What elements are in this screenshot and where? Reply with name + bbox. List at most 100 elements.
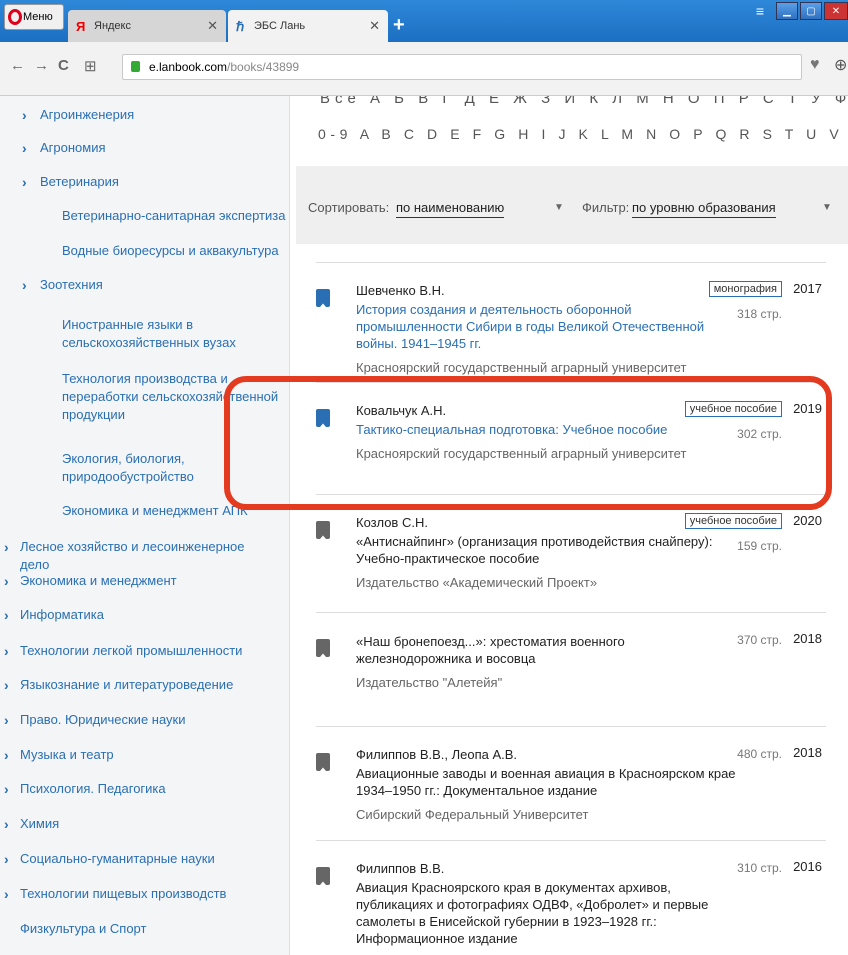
filter-select[interactable]: по уровню образования (632, 200, 776, 218)
menu-label: Меню (23, 11, 53, 23)
book-entry: Шевченко В.Н. История создания и деятельн… (316, 262, 826, 380)
bookmark-heart-icon[interactable]: ♥ (810, 56, 820, 74)
book-type-badge: монография (708, 281, 782, 297)
lock-icon (131, 61, 140, 72)
book-pages: 370 стр. (737, 633, 782, 647)
book-title[interactable]: Авиационные заводы и военная авиация в К… (356, 765, 736, 799)
chevron-right-icon: › (4, 539, 9, 555)
book-icon (316, 521, 330, 539)
book-title[interactable]: История создания и деятельность оборонно… (356, 301, 736, 352)
sidebar-item-label: Иностранные языки в сельскохозяйственных… (62, 317, 236, 350)
book-type-badge: учебное пособие (684, 401, 782, 417)
tab-stack-icon[interactable]: ≡ (756, 3, 764, 19)
address-field[interactable]: e.lanbook.com/books/43899 (122, 54, 802, 80)
sort-label: Сортировать: (308, 200, 390, 215)
sidebar-item-label: Зоотехния (40, 277, 103, 292)
book-title[interactable]: «Наш бронепоезд...»: хрестоматия военног… (356, 633, 736, 667)
chevron-right-icon: › (4, 816, 9, 832)
sidebar-item-label: Агрономия (40, 140, 106, 155)
yandex-favicon-icon: Я (76, 19, 86, 34)
book-publisher[interactable]: Сибирский Федеральный Университет (356, 807, 588, 822)
book-author[interactable]: Ковальчук А.Н. (356, 403, 446, 418)
sidebar-item-label: Агроинженерия (40, 107, 135, 122)
chevron-right-icon: › (22, 140, 27, 156)
back-icon[interactable]: ← (10, 57, 25, 74)
book-author[interactable]: Филиппов В.В., Леопа А.В. (356, 747, 517, 762)
sidebar-item-label: Водные биоресурсы и аквакультура (62, 243, 279, 258)
sidebar-item-label: Ветеринария (40, 174, 119, 189)
book-publisher[interactable]: Издательство «Академический Проект» (356, 575, 597, 590)
reload-icon[interactable]: C (58, 57, 69, 74)
book-pages: 302 стр. (737, 427, 782, 441)
book-year: 2018 (793, 745, 822, 760)
filter-caret-icon[interactable]: ▼ (822, 202, 832, 213)
book-entry: Филиппов В.В. Авиация Красноярского края … (316, 840, 826, 955)
cyrillic-alphabet-filter[interactable]: Все А Б В Г Д Е Ж З И К Л М Н О П Р С Т … (320, 96, 848, 107)
sidebar-item-label: Информатика (20, 607, 104, 622)
book-entry: «Наш бронепоезд...»: хрестоматия военног… (316, 612, 826, 730)
book-author[interactable]: Шевченко В.Н. (356, 283, 445, 298)
book-publisher[interactable]: Красноярский государственный аграрный ун… (356, 446, 686, 461)
speed-dial-icon[interactable]: ⊞ (84, 57, 97, 75)
new-tab-button[interactable]: + (393, 14, 405, 37)
book-year: 2018 (793, 631, 822, 646)
main-content: Все А Б В Г Д Е Ж З И К Л М Н О П Р С Т … (290, 96, 848, 955)
address-toolbar: ← → C ⊞ e.lanbook.com/books/43899 ♥ ⊕ (0, 42, 848, 96)
latin-alphabet-filter[interactable]: 0-9 A B C D E F G H I J K L M N O P Q R … (318, 126, 848, 142)
tab-label: Яндекс (94, 20, 131, 32)
sidebar-item-label: Социально-гуманитарные науки (20, 851, 215, 866)
book-entry: Филиппов В.В., Леопа А.В. Авиационные зав… (316, 726, 826, 844)
sort-select[interactable]: по наименованию (396, 200, 505, 218)
sidebar-item-label: Химия (20, 816, 60, 831)
book-entry: Ковальчук А.Н. Тактико-специальная подгот… (316, 382, 826, 500)
sidebar-item-label: Психология. Педагогика (20, 781, 166, 796)
tab-yandex[interactable]: Я Яндекс ✕ (68, 10, 226, 42)
book-title[interactable]: «Антиснайпинг» (организация противодейст… (356, 533, 736, 567)
address-path: /books/43899 (227, 60, 300, 74)
book-year: 2019 (793, 401, 822, 416)
book-entry: Козлов С.Н. «Антиснайпинг» (организация п… (316, 494, 826, 612)
book-icon (316, 289, 330, 307)
sidebar-item-label: Экономика и менеджмент АПК (62, 503, 248, 518)
sidebar-item-label: Технологии легкой промышленности (20, 643, 243, 658)
download-icon[interactable]: ⊕ (834, 55, 847, 75)
book-publisher[interactable]: Издательство "Алетейя" (356, 675, 502, 690)
sort-caret-icon[interactable]: ▼ (554, 202, 564, 213)
opera-menu-button[interactable]: Меню (4, 4, 64, 30)
sidebar-item-label: Технология производства и переработки се… (62, 371, 279, 422)
book-title[interactable]: Авиация Красноярского края в документах … (356, 879, 736, 947)
book-author[interactable]: Козлов С.Н. (356, 515, 428, 530)
forward-icon[interactable]: → (34, 57, 49, 74)
sidebar-item-label: Экономика и менеджмент (20, 573, 177, 588)
sidebar-item-label: Физкультура и Спорт (20, 921, 147, 936)
book-pages: 480 стр. (737, 747, 782, 761)
sidebar-item-label: Ветеринарно-санитарная экспертиза (62, 208, 286, 223)
sidebar-item-label: Право. Юридические науки (20, 712, 186, 727)
maximize-icon[interactable]: ▢ (800, 2, 822, 20)
sidebar-item-label: Языкознание и литературоведение (20, 677, 234, 692)
window-controls: ≡ ▁ ▢ ✕ (756, 2, 848, 20)
tab-label: ЭБС Лань (254, 20, 306, 32)
book-pages: 318 стр. (737, 307, 782, 321)
book-pages: 310 стр. (737, 861, 782, 875)
book-publisher[interactable]: Красноярский государственный аграрный ун… (356, 360, 686, 375)
book-icon (316, 409, 330, 427)
book-icon (316, 867, 330, 885)
chevron-right-icon: › (4, 851, 9, 867)
sidebar-item-label: Экология, биология, природообустройство (62, 451, 194, 484)
book-pages: 159 стр. (737, 539, 782, 553)
close-tab-icon[interactable]: ✕ (369, 18, 380, 34)
chevron-right-icon: › (4, 677, 9, 693)
chevron-right-icon: › (22, 174, 27, 190)
sidebar-item-label: Технологии пищевых производств (20, 886, 227, 901)
tab-lan[interactable]: ℏ ЭБС Лань ✕ (228, 10, 388, 42)
close-tab-icon[interactable]: ✕ (207, 18, 218, 34)
chevron-right-icon: › (22, 107, 27, 123)
close-window-icon[interactable]: ✕ (824, 2, 848, 20)
book-title[interactable]: Тактико-специальная подготовка: Учебное … (356, 421, 736, 438)
minimize-icon[interactable]: ▁ (776, 2, 798, 20)
category-sidebar: › Агроинженерия › Агрономия › Ветеринария Вете… (0, 96, 290, 955)
book-author[interactable]: Филиппов В.В. (356, 861, 444, 876)
book-year: 2017 (793, 281, 822, 296)
filter-label: Фильтр: (582, 200, 630, 215)
